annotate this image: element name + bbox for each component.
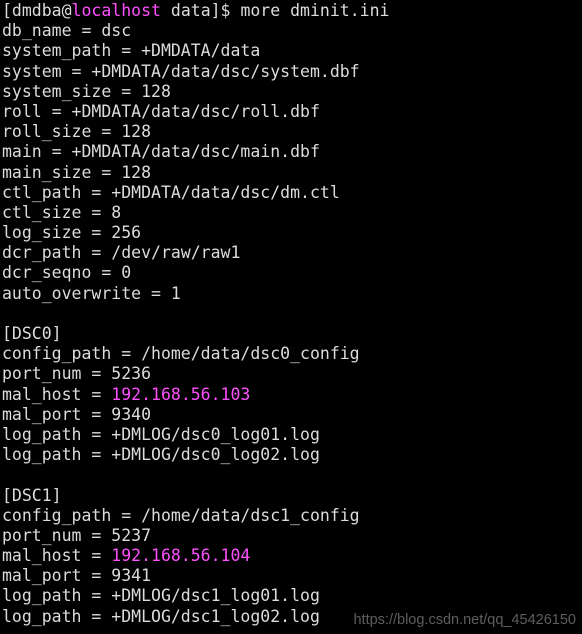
line-ctl-size: ctl_size = 8 — [2, 202, 122, 222]
line-dsc1-mal-host-value: 192.168.56.104 — [111, 546, 251, 566]
line-dsc1-mal-host: mal_host = 192.168.56.104 — [1, 546, 582, 566]
prompt-command: more dminit.ini — [240, 1, 390, 20]
prompt-host: localhost — [71, 1, 161, 20]
line-dsc0-log-path-02: log_path = +DMLOG/dsc0_log02.log — [2, 445, 320, 465]
line-dsc1-mal-host-key: mal_host = — [2, 546, 112, 566]
line-roll: roll = +DMDATA/data/dsc/roll.dbf — [2, 101, 320, 121]
line-dsc0-config-path: config_path = /home/data/dsc0_config — [2, 344, 360, 364]
terminal-output: [dmdba@localhost data]$ more dminit.ini d… — [1, 1, 582, 627]
line-dsc0-port-num: port_num = 5236 — [2, 364, 152, 384]
watermark-text: https://blog.csdn.net/qq_45426150 — [353, 612, 576, 628]
line-dsc1-config-path: config_path = /home/data/dsc1_config — [2, 505, 360, 525]
line-main-size: main_size = 128 — [2, 162, 152, 182]
prompt-user: [dmdba@ — [2, 1, 72, 20]
line-dsc1-mal-port: mal_port = 9341 — [2, 566, 152, 586]
line-dsc0-mal-host-value: 192.168.56.103 — [111, 384, 251, 404]
section-header-dsc0: [DSC0] — [2, 324, 62, 343]
line-ctl-path: ctl_path = +DMDATA/data/dsc/dm.ctl — [2, 182, 340, 202]
line-blank-2 — [1, 465, 582, 485]
line-dsc0-mal-host: mal_host = 192.168.56.103 — [1, 385, 582, 405]
line-auto-overwrite: auto_overwrite = 1 — [2, 283, 181, 303]
line-system-size: system_size = 128 — [2, 81, 171, 101]
terminal-window[interactable]: [dmdba@localhost data]$ more dminit.ini d… — [0, 0, 582, 634]
line-dsc0-mal-port: mal_port = 9340 — [2, 404, 152, 424]
line-system-path: system_path = +DMDATA/data — [2, 41, 261, 61]
line-dcr-path: dcr_path = /dev/raw/raw1 — [2, 243, 241, 263]
line-dsc0-mal-host-key: mal_host = — [2, 384, 112, 404]
line-main: main = +DMDATA/data/dsc/main.dbf — [2, 142, 320, 162]
line-db-name: db_name = dsc — [2, 21, 132, 41]
line-log-size: log_size = 256 — [2, 223, 142, 243]
line-dcr-seqno: dcr_seqno = 0 — [2, 263, 132, 283]
line-dsc1-port-num: port_num = 5237 — [2, 525, 152, 545]
line-roll-size: roll_size = 128 — [2, 122, 152, 142]
section-header-dsc1: [DSC1] — [2, 485, 62, 505]
line-system: system = +DMDATA/data/dsc/system.dbf — [2, 61, 360, 81]
line-dsc0-log-path-01: log_path = +DMLOG/dsc0_log01.log — [2, 424, 320, 444]
prompt-line: [dmdba@localhost data]$ more dminit.ini — [1, 1, 582, 21]
line-blank-1 — [1, 304, 582, 324]
line-dsc1-log-path-01: log_path = +DMLOG/dsc1_log01.log — [2, 586, 320, 606]
prompt-path: data]$ — [160, 1, 241, 20]
